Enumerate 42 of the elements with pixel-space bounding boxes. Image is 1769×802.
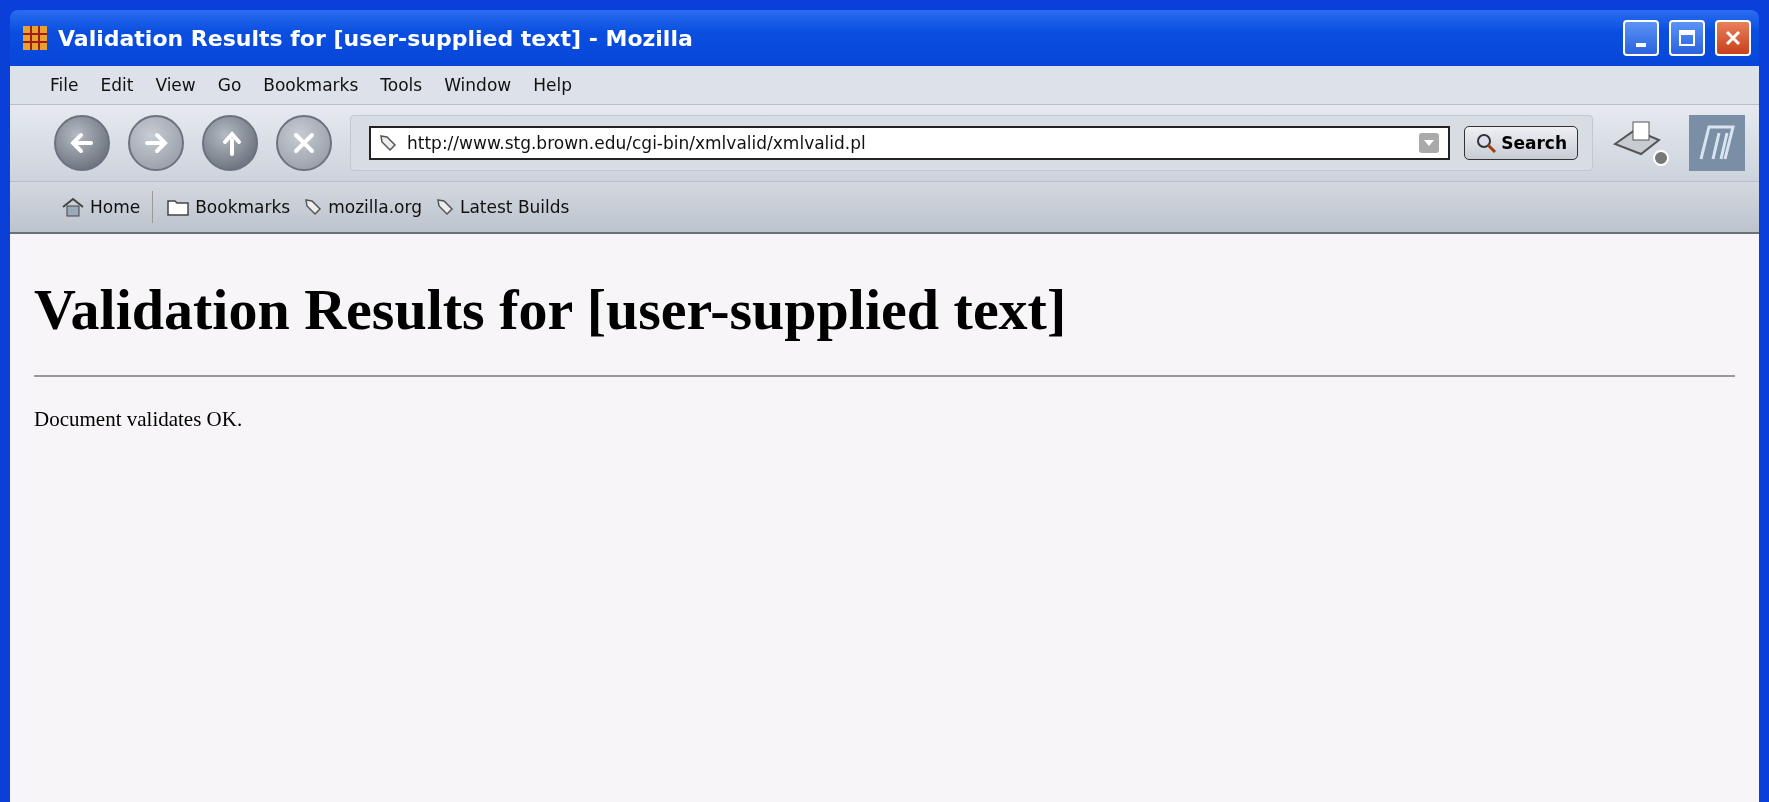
menu-item[interactable]: Window (444, 75, 512, 95)
maximize-icon (1678, 29, 1696, 47)
menu-item[interactable]: Go (217, 75, 242, 95)
menu-item[interactable]: File (50, 75, 79, 95)
bookmark-item[interactable]: Bookmarks (167, 197, 291, 217)
link-icon (304, 198, 323, 216)
back-button[interactable] (54, 115, 110, 171)
page-heading: Validation Results for [user-supplied text] (34, 276, 1068, 343)
menu-item[interactable]: Help (533, 75, 572, 95)
folder-icon (167, 198, 190, 216)
address-field[interactable]: http://www.stg.brown.edu/cgi-bin/xmlvalid/xmlvalid.pl (369, 126, 1451, 160)
bookmark-label: Latest Builds (459, 197, 570, 217)
menu-item[interactable]: Bookmarks (263, 75, 359, 95)
bookmark-item[interactable]: Latest Builds (435, 197, 570, 217)
menu-item[interactable]: Edit (100, 75, 134, 95)
logo-icon[interactable] (1689, 115, 1745, 171)
minimize-button[interactable] (1623, 20, 1659, 56)
forward-arrow-icon (143, 130, 169, 156)
close-icon (1724, 29, 1742, 47)
minimize-icon (1636, 43, 1646, 47)
close-icon (291, 130, 317, 156)
reload-button[interactable] (202, 115, 258, 171)
app-icon (22, 25, 48, 51)
bookmark-item[interactable]: Home (54, 191, 154, 223)
dropdown-icon (1418, 132, 1441, 154)
menu-item[interactable]: View (155, 75, 196, 95)
back-arrow-icon (69, 130, 95, 156)
bookmark-label: mozilla.org (328, 197, 422, 217)
close-button[interactable] (1715, 20, 1751, 56)
bookmark-item[interactable]: mozilla.org (304, 197, 422, 217)
search-button[interactable]: Search (1464, 126, 1578, 160)
bookmark-label: Bookmarks (195, 197, 291, 217)
link-icon (379, 134, 397, 152)
result-message: Document validates OK. (34, 407, 244, 432)
bookmark-label: Home (90, 197, 141, 217)
search-icon (1475, 132, 1498, 154)
link-icon (435, 198, 454, 216)
printer-icon[interactable] (1611, 118, 1671, 168)
menu-item[interactable]: Tools (380, 75, 423, 95)
maximize-button[interactable] (1669, 20, 1705, 56)
house-icon (62, 197, 84, 217)
window-title: Validation Results for [user-supplied text] - Mozilla (58, 25, 694, 51)
